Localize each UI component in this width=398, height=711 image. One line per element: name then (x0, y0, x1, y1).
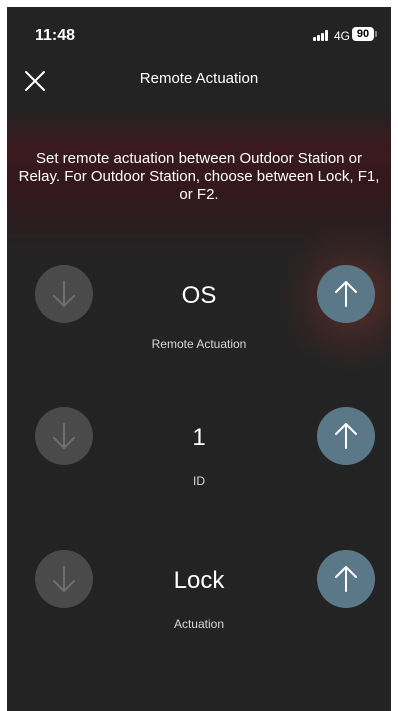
network-type: 4G (334, 29, 351, 43)
actuation-increment-button[interactable] (317, 550, 375, 608)
instructions-text: Set remote actuation between Outdoor Sta… (18, 150, 380, 203)
page-title: Remote Actuation (139, 70, 259, 87)
id-row: 1 ID (7, 407, 391, 497)
remote-actuation-row: OS Remote Actuation (7, 265, 391, 355)
id-label: ID (193, 474, 205, 488)
arrow-up-icon (335, 566, 357, 592)
arrow-up-icon (335, 281, 357, 307)
signal-icon (313, 30, 331, 41)
remote-actuation-increment-button[interactable] (317, 265, 375, 323)
actuation-row: Lock Actuation (7, 550, 391, 640)
actuation-label: Actuation (173, 617, 225, 631)
battery-icon: 90 (352, 27, 374, 41)
status-bar: 11:48 4G 90 (7, 7, 391, 47)
battery-tip (375, 31, 377, 37)
arrow-up-icon (335, 423, 357, 449)
status-time: 11:48 (35, 27, 76, 44)
remote-actuation-label: Remote Actuation (151, 337, 247, 351)
app-screen: 11:48 4G 90 Remote Actuation Set remote … (7, 7, 391, 711)
id-increment-button[interactable] (317, 407, 375, 465)
